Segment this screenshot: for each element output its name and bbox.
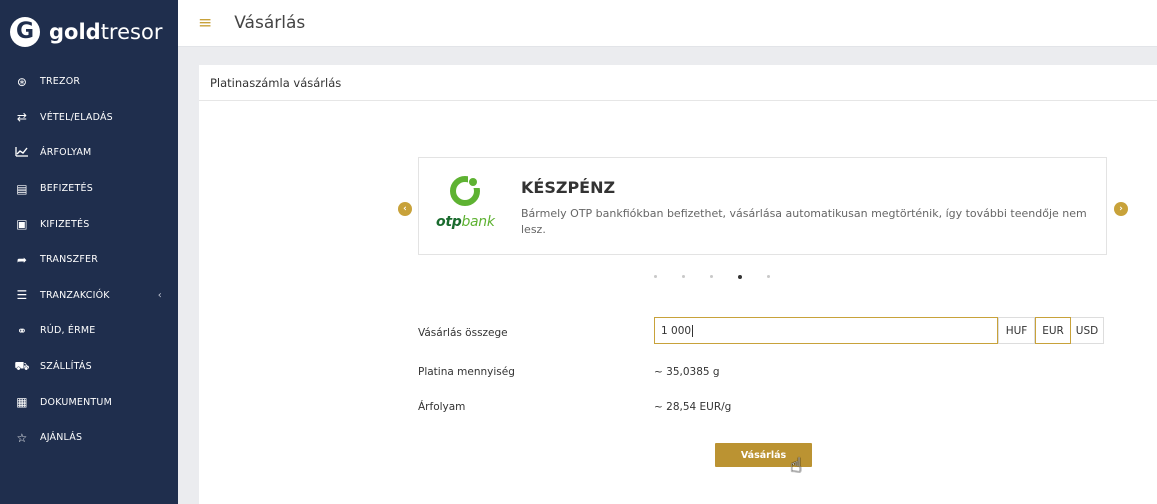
carousel-indicators [199, 266, 1157, 285]
sidebar-item-transzfer[interactable]: ➦ TRANSZFER [0, 242, 178, 278]
exchange-icon: ⇄ [16, 110, 28, 125]
banknote-icon: ▣ [16, 217, 28, 232]
sidebar: G goldtresor ⊛ TREZOR ⇄ VÉTEL/ELADÁS ÁRFOL… [0, 0, 178, 504]
payment-method-card: otpbank KÉSZPÉNZ Bármely OTP bankfiókban… [418, 157, 1107, 255]
sidebar-item-label: BEFIZETÉS [40, 183, 93, 195]
logo-mark-icon: G [10, 17, 40, 47]
quantity-label: Platina mennyiség [418, 366, 515, 378]
sidebar-item-befizetes[interactable]: ▤ BEFIZETÉS [0, 171, 178, 207]
carousel-dot[interactable] [681, 275, 685, 278]
sidebar-item-dokumentum[interactable]: ▦ DOKUMENTUM [0, 384, 178, 420]
card-title: KÉSZPÉNZ [521, 178, 616, 197]
page-title: Vásárlás [234, 13, 306, 33]
rate-label: Árfolyam [418, 401, 466, 413]
carousel-dot-active[interactable] [738, 274, 743, 279]
sidebar-item-label: DOKUMENTUM [40, 396, 112, 408]
brand-name: goldtresor [49, 20, 163, 44]
otp-bank-logo: otpbank [436, 174, 496, 238]
carousel-dot[interactable] [653, 275, 657, 278]
panel-title: Platinaszámla vásárlás [199, 65, 1157, 101]
currency-eur-button[interactable]: EUR [1035, 317, 1071, 344]
sidebar-item-label: KIFIZETÉS [40, 218, 90, 230]
carousel-next-icon[interactable]: › [1114, 202, 1128, 216]
sidebar-item-arfolyam[interactable]: ÁRFOLYAM [0, 135, 178, 171]
currency-selector: HUF EUR USD [998, 317, 1104, 344]
line-chart-icon [13, 146, 31, 160]
sidebar-nav: ⊛ TREZOR ⇄ VÉTEL/ELADÁS ÁRFOLYAM ▤ BEFIZETÉ… [0, 64, 178, 456]
brand-logo[interactable]: G goldtresor [0, 0, 178, 64]
share-arrow-icon: ➦ [16, 252, 28, 267]
sidebar-item-vetel-eladas[interactable]: ⇄ VÉTEL/ELADÁS [0, 100, 178, 136]
carousel-dot[interactable] [767, 275, 771, 278]
chevron-left-icon: ‹ [157, 289, 162, 301]
carousel-dot[interactable] [710, 275, 713, 278]
sidebar-item-label: VÉTEL/ELADÁS [40, 111, 113, 123]
list-icon: ☰ [16, 288, 28, 303]
asterisk-icon: ⊛ [16, 74, 28, 89]
coins-icon: ⚭ [16, 323, 28, 338]
sidebar-item-rud-erme[interactable]: ⚭ RÚD, ÉRME [0, 313, 178, 349]
card-description: Bármely OTP bankfiókban befizethet, vásá… [521, 207, 1087, 236]
document-icon: ▦ [16, 395, 28, 410]
rate-value: ~ 28,54 EUR/g [654, 401, 732, 413]
sidebar-item-kifizetes[interactable]: ▣ KIFIZETÉS [0, 206, 178, 242]
star-icon: ☆ [16, 430, 28, 445]
sidebar-item-label: SZÁLLÍTÁS [40, 361, 92, 373]
amount-input[interactable]: 1 000 [654, 317, 998, 344]
sidebar-item-label: ÁRFOLYAM [40, 147, 92, 159]
sidebar-item-label: TRANZAKCIÓK [40, 289, 110, 301]
amount-label: Vásárlás összege [418, 327, 508, 339]
truck-icon: ⛟ [14, 358, 30, 373]
sidebar-item-label: RÚD, ÉRME [40, 325, 96, 337]
sidebar-item-szallitas[interactable]: ⛟ SZÁLLÍTÁS [0, 349, 178, 385]
sidebar-item-trezor[interactable]: ⊛ TREZOR [0, 64, 178, 100]
hand-cursor-icon: ☝ [790, 453, 803, 477]
sidebar-item-label: TREZOR [40, 76, 81, 88]
carousel-prev-icon[interactable]: ‹ [398, 202, 412, 216]
currency-usd-button[interactable]: USD [1071, 317, 1104, 344]
hamburger-menu-icon[interactable]: ≡ [198, 13, 212, 33]
credit-card-icon: ▤ [16, 181, 28, 196]
sidebar-item-label: AJÁNLÁS [40, 432, 83, 444]
purchase-panel: Platinaszámla vásárlás ‹ otpbank KÉSZPÉN… [199, 65, 1157, 504]
currency-huf-button[interactable]: HUF [998, 317, 1035, 344]
sidebar-item-label: TRANSZFER [40, 254, 99, 266]
quantity-value: ~ 35,0385 g [654, 366, 720, 378]
sidebar-item-ajanlas[interactable]: ☆ AJÁNLÁS [0, 420, 178, 456]
top-bar: ≡ Vásárlás [178, 0, 1157, 47]
sidebar-item-tranzakciok[interactable]: ☰ TRANZAKCIÓK ‹ [0, 278, 178, 314]
